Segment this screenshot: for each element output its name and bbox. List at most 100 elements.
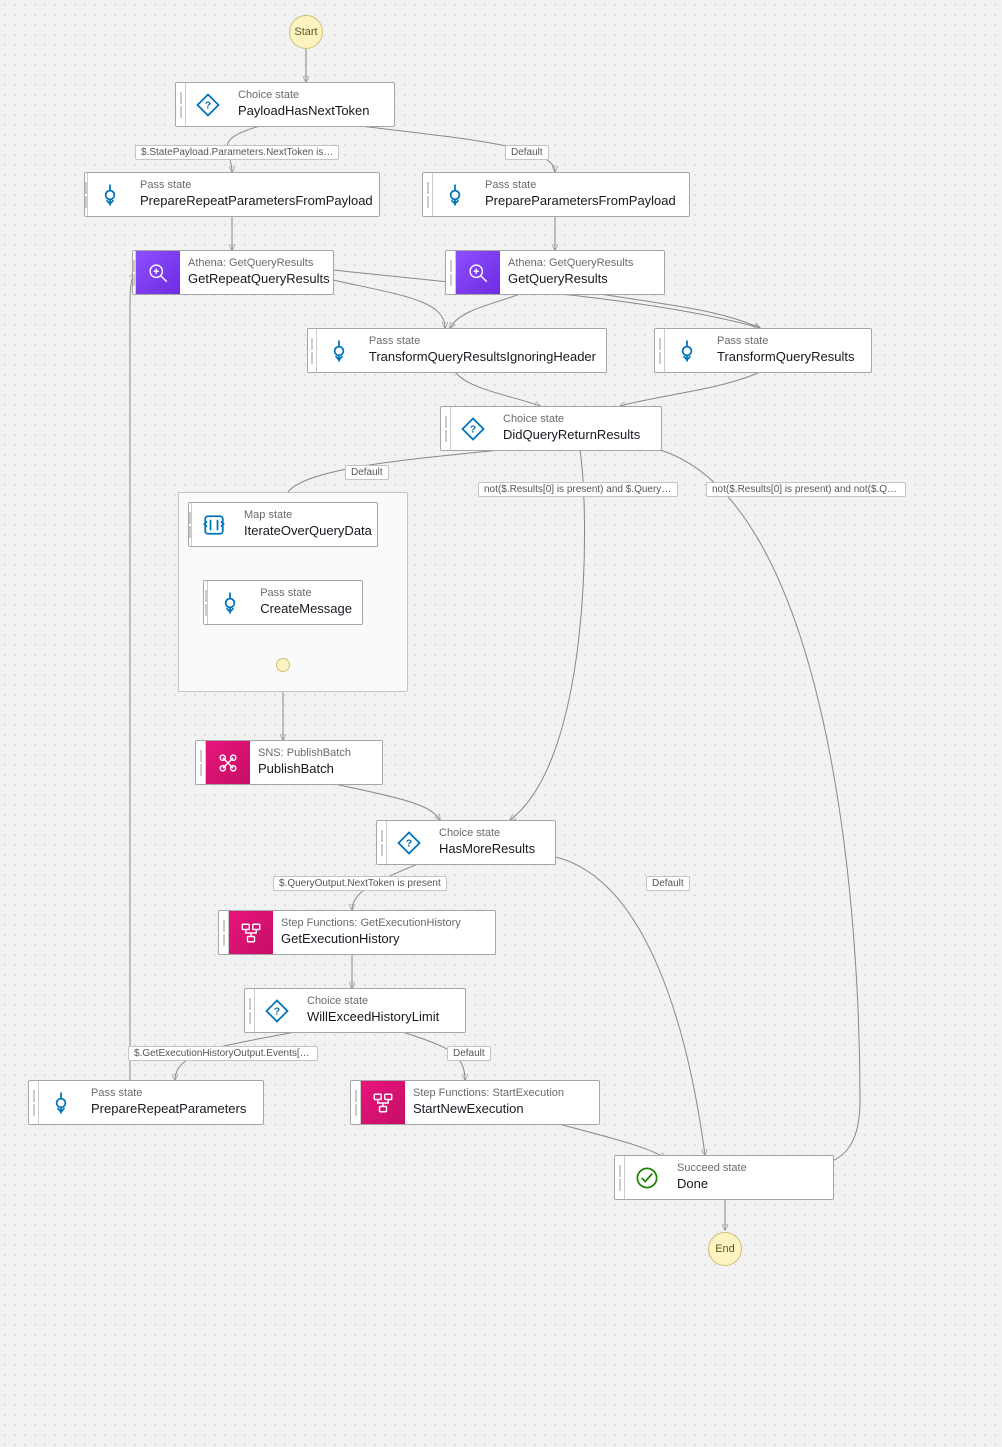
node-iterate-over-query-data[interactable]: Map state IterateOverQueryData bbox=[188, 502, 378, 547]
edge-label: Default bbox=[447, 1046, 491, 1061]
pass-icon bbox=[39, 1081, 83, 1124]
node-name-label: PrepareRepeatParametersFromPayload bbox=[140, 193, 373, 209]
step-functions-icon bbox=[229, 911, 273, 954]
pass-icon bbox=[208, 581, 252, 624]
drag-handle-icon[interactable] bbox=[423, 173, 433, 216]
end-terminal: End bbox=[708, 1232, 742, 1266]
edge-label: not($.Results[0] is present) and $.Query… bbox=[478, 482, 678, 497]
node-name-label: PrepareRepeatParameters bbox=[91, 1101, 246, 1117]
node-name-label: Done bbox=[677, 1176, 747, 1192]
node-prepare-repeat-parameters[interactable]: Pass state PrepareRepeatParameters bbox=[28, 1080, 264, 1125]
svg-text:?: ? bbox=[274, 1005, 280, 1017]
node-create-message[interactable]: Pass state CreateMessage bbox=[203, 580, 363, 625]
end-label: End bbox=[715, 1243, 735, 1255]
drag-handle-icon[interactable] bbox=[351, 1081, 361, 1124]
node-type-label: Pass state bbox=[717, 335, 855, 349]
athena-icon bbox=[136, 251, 180, 294]
node-name-label: GetQueryResults bbox=[508, 271, 633, 287]
node-type-label: Pass state bbox=[260, 587, 352, 601]
drag-handle-icon[interactable] bbox=[245, 989, 255, 1032]
node-type-label: Athena: GetQueryResults bbox=[188, 257, 330, 271]
node-type-label: Pass state bbox=[369, 335, 596, 349]
node-name-label: GetExecutionHistory bbox=[281, 931, 461, 947]
edge-label: $.QueryOutput.NextToken is present bbox=[273, 876, 447, 891]
node-transform-ignoring-header[interactable]: Pass state TransformQueryResultsIgnoring… bbox=[307, 328, 607, 373]
workflow-canvas[interactable]: Start ? Choice state PayloadHasNextToken… bbox=[0, 0, 1002, 1447]
node-type-label: Step Functions: GetExecutionHistory bbox=[281, 917, 461, 931]
svg-text:?: ? bbox=[406, 837, 412, 849]
node-type-label: Step Functions: StartExecution bbox=[413, 1087, 564, 1101]
drag-handle-icon[interactable] bbox=[441, 407, 451, 450]
choice-icon: ? bbox=[255, 989, 299, 1032]
drag-handle-icon[interactable] bbox=[615, 1156, 625, 1199]
svg-text:?: ? bbox=[470, 423, 476, 435]
node-type-label: Pass state bbox=[485, 179, 676, 193]
node-type-label: Pass state bbox=[91, 1087, 246, 1101]
node-type-label: Pass state bbox=[140, 179, 373, 193]
drag-handle-icon[interactable] bbox=[377, 821, 387, 864]
choice-icon: ? bbox=[451, 407, 495, 450]
node-prepare-from-payload[interactable]: Pass state PrepareParametersFromPayload bbox=[422, 172, 690, 217]
node-name-label: IterateOverQueryData bbox=[244, 523, 372, 539]
node-type-label: Athena: GetQueryResults bbox=[508, 257, 633, 271]
start-terminal: Start bbox=[289, 15, 323, 49]
edge-label: not($.Results[0] is present) and not($.Q… bbox=[706, 482, 906, 497]
node-publish-batch[interactable]: SNS: PublishBatch PublishBatch bbox=[195, 740, 383, 785]
choice-icon: ? bbox=[186, 83, 230, 126]
drag-handle-icon[interactable] bbox=[196, 741, 206, 784]
node-name-label: HasMoreResults bbox=[439, 841, 535, 857]
node-type-label: Choice state bbox=[307, 995, 439, 1009]
pass-icon bbox=[317, 329, 361, 372]
node-name-label: PublishBatch bbox=[258, 761, 351, 777]
step-functions-icon bbox=[361, 1081, 405, 1124]
sns-icon bbox=[206, 741, 250, 784]
node-type-label: Map state bbox=[244, 509, 372, 523]
choice-icon: ? bbox=[387, 821, 431, 864]
svg-text:?: ? bbox=[205, 99, 211, 111]
start-label: Start bbox=[294, 26, 317, 38]
node-name-label: GetRepeatQueryResults bbox=[188, 271, 330, 287]
pass-icon bbox=[433, 173, 477, 216]
node-prepare-repeat-from-payload[interactable]: Pass state PrepareRepeatParametersFromPa… bbox=[84, 172, 380, 217]
node-name-label: PayloadHasNextToken bbox=[238, 103, 370, 119]
edges-layer bbox=[0, 0, 1002, 1447]
node-type-label: Choice state bbox=[503, 413, 640, 427]
drag-handle-icon[interactable] bbox=[176, 83, 186, 126]
succeed-icon bbox=[625, 1156, 669, 1199]
pass-icon bbox=[665, 329, 709, 372]
node-get-execution-history[interactable]: Step Functions: GetExecutionHistory GetE… bbox=[218, 910, 496, 955]
node-type-label: Succeed state bbox=[677, 1162, 747, 1176]
node-name-label: TransformQueryResults bbox=[717, 349, 855, 365]
node-name-label: PrepareParametersFromPayload bbox=[485, 193, 676, 209]
drag-handle-icon[interactable] bbox=[29, 1081, 39, 1124]
node-name-label: CreateMessage bbox=[260, 601, 352, 617]
node-payload-has-next-token[interactable]: ? Choice state PayloadHasNextToken bbox=[175, 82, 395, 127]
node-will-exceed-history-limit[interactable]: ? Choice state WillExceedHistoryLimit bbox=[244, 988, 466, 1033]
drag-handle-icon[interactable] bbox=[308, 329, 317, 372]
node-start-new-execution[interactable]: Step Functions: StartExecution StartNewE… bbox=[350, 1080, 600, 1125]
drag-handle-icon[interactable] bbox=[219, 911, 229, 954]
map-icon bbox=[192, 503, 236, 546]
node-name-label: TransformQueryResultsIgnoringHeader bbox=[369, 349, 596, 365]
node-type-label: Choice state bbox=[238, 89, 370, 103]
edge-label: Default bbox=[345, 465, 389, 480]
node-done[interactable]: Succeed state Done bbox=[614, 1155, 834, 1200]
edge-label: Default bbox=[646, 876, 690, 891]
map-end-terminal bbox=[276, 658, 290, 672]
node-name-label: WillExceedHistoryLimit bbox=[307, 1009, 439, 1025]
node-did-query-return-results[interactable]: ? Choice state DidQueryReturnResults bbox=[440, 406, 662, 451]
node-name-label: StartNewExecution bbox=[413, 1101, 564, 1117]
edge-label: Default bbox=[505, 145, 549, 160]
drag-handle-icon[interactable] bbox=[446, 251, 456, 294]
node-name-label: DidQueryReturnResults bbox=[503, 427, 640, 443]
node-get-query-results[interactable]: Athena: GetQueryResults GetQueryResults bbox=[445, 250, 665, 295]
node-get-repeat-query-results[interactable]: Athena: GetQueryResults GetRepeatQueryRe… bbox=[132, 250, 334, 295]
node-type-label: SNS: PublishBatch bbox=[258, 747, 351, 761]
edge-label: $.StatePayload.Parameters.NextToken is… bbox=[135, 145, 339, 160]
node-has-more-results[interactable]: ? Choice state HasMoreResults bbox=[376, 820, 556, 865]
edge-label: $.GetExecutionHistoryOutput.Events[0]…. bbox=[128, 1046, 318, 1061]
drag-handle-icon[interactable] bbox=[655, 329, 665, 372]
pass-icon bbox=[88, 173, 132, 216]
node-transform-query-results[interactable]: Pass state TransformQueryResults bbox=[654, 328, 872, 373]
athena-icon bbox=[456, 251, 500, 294]
